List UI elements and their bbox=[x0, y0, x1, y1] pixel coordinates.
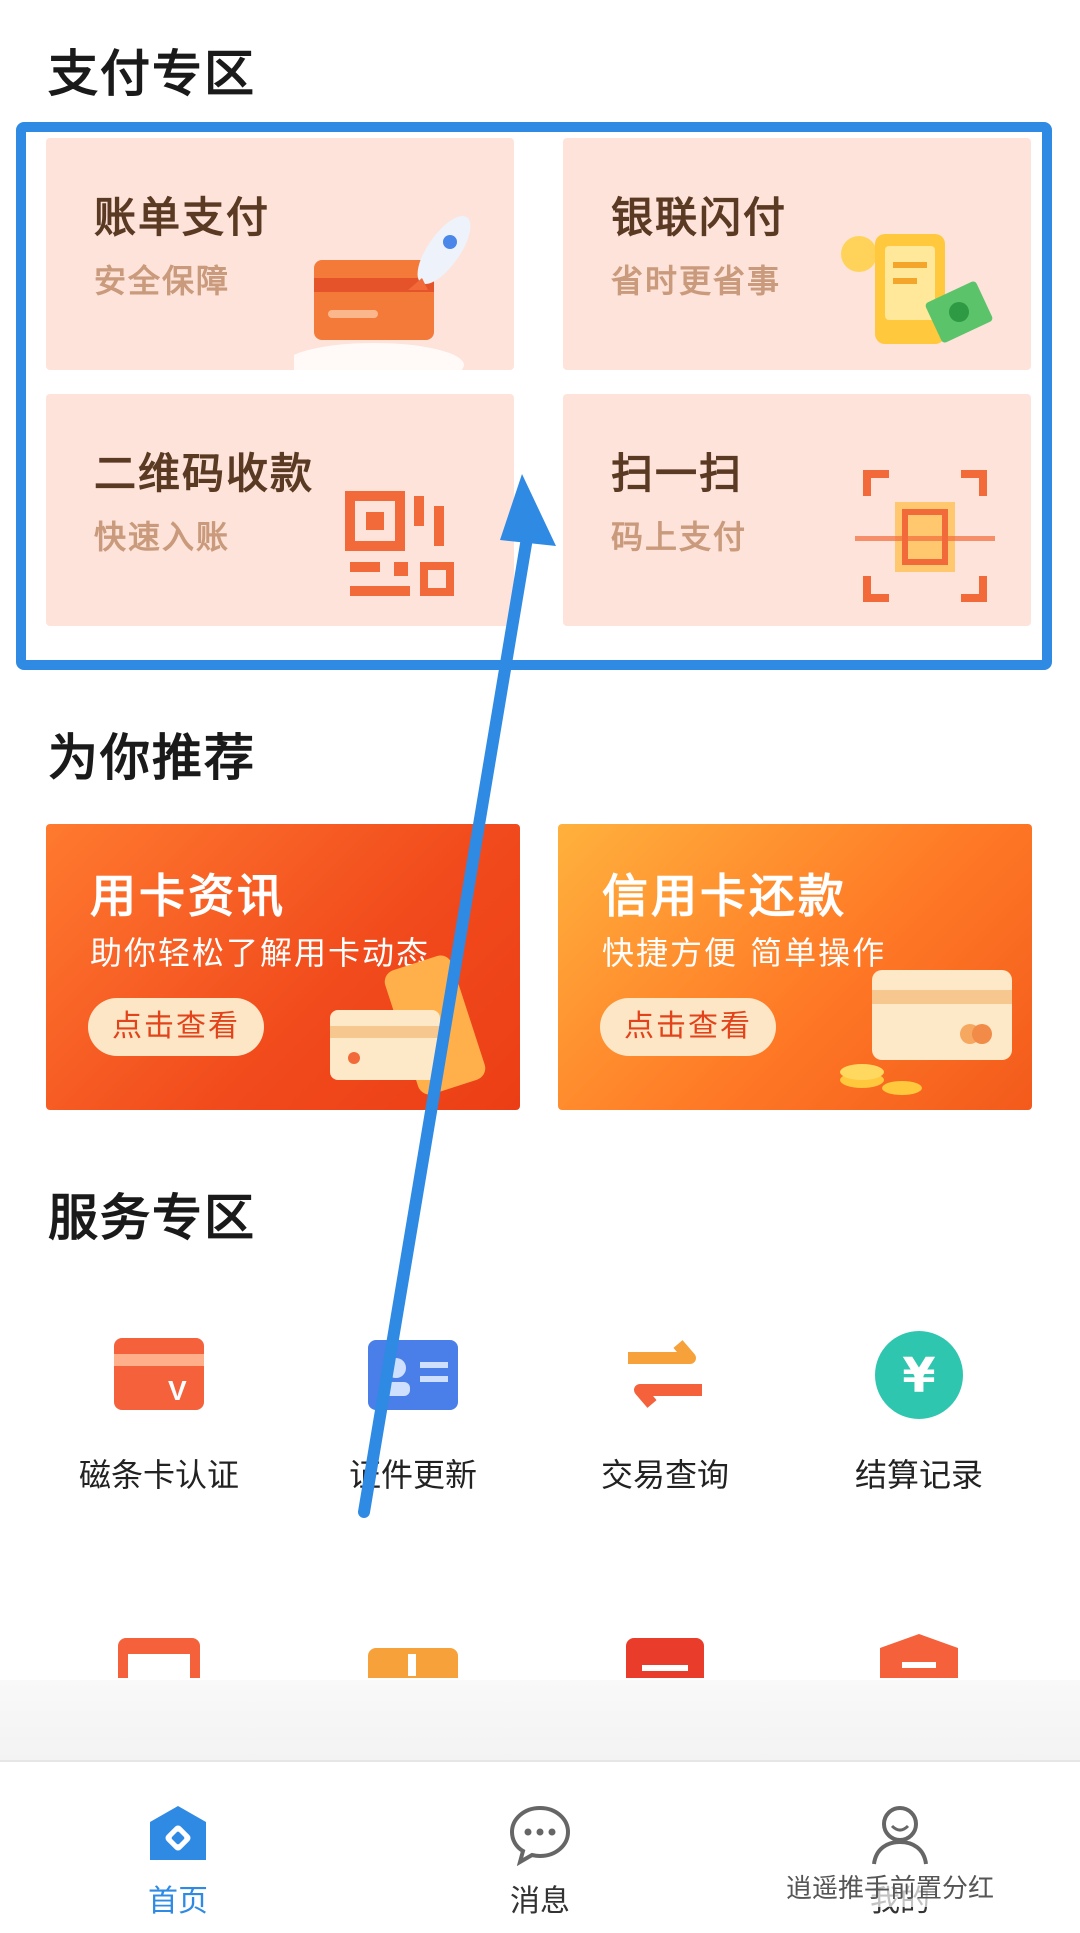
service-transaction-query[interactable]: 交易查询 bbox=[540, 1300, 790, 1500]
ticket-icon bbox=[368, 1648, 458, 1678]
service-magstripe-auth[interactable]: V 磁条卡认证 bbox=[34, 1300, 284, 1500]
user-icon bbox=[872, 1806, 928, 1865]
service-label: 证件更新 bbox=[348, 1456, 477, 1494]
view-button[interactable]: 点击查看 bbox=[88, 998, 264, 1056]
view-button[interactable]: 点击查看 bbox=[600, 998, 776, 1056]
tab-home[interactable]: 首页 bbox=[78, 1774, 278, 1924]
home-icon bbox=[150, 1806, 206, 1860]
service-label: 磁条卡认证 bbox=[78, 1456, 239, 1494]
credit-card-coins-icon bbox=[840, 970, 1012, 1095]
tab-label: 消息 bbox=[510, 1884, 570, 1919]
pay-section-title: 支付专区 bbox=[48, 45, 256, 103]
highlight-frame bbox=[16, 122, 1052, 670]
calendar-icon bbox=[118, 1638, 200, 1678]
promo-title: 用卡资讯 bbox=[90, 869, 286, 923]
svg-text:V: V bbox=[168, 1375, 187, 1406]
yuan-coin-icon: ¥ bbox=[875, 1331, 963, 1419]
scroll-fade bbox=[0, 1680, 1080, 1760]
service-label: 结算记录 bbox=[854, 1456, 983, 1494]
service-row2-item[interactable] bbox=[112, 1628, 206, 1678]
service-row2-item[interactable] bbox=[618, 1628, 712, 1678]
service-label: 交易查询 bbox=[600, 1456, 729, 1494]
service-row2-item[interactable] bbox=[366, 1628, 460, 1678]
service-id-update[interactable]: 证件更新 bbox=[288, 1300, 538, 1500]
promo-card-info[interactable]: 用卡资讯 助你轻松了解用卡动态 点击查看 bbox=[46, 824, 520, 1110]
phone-card-icon bbox=[330, 955, 486, 1095]
transfer-doc-icon bbox=[626, 1638, 704, 1678]
magstripe-card-icon: V bbox=[114, 1338, 204, 1410]
tab-messages[interactable]: 消息 bbox=[440, 1774, 640, 1924]
shield-verify-icon bbox=[880, 1634, 958, 1678]
recommend-section-title: 为你推荐 bbox=[48, 729, 256, 787]
bottom-tab-bar: 首页 消息 我的 bbox=[0, 1760, 1080, 1933]
promo-title: 信用卡还款 bbox=[602, 869, 847, 923]
watermark-text: 逍遥推手前置分红 bbox=[780, 1866, 1001, 1907]
svg-text:¥: ¥ bbox=[902, 1348, 935, 1404]
service-row2-item[interactable] bbox=[872, 1628, 966, 1678]
message-icon bbox=[509, 1805, 571, 1866]
service-settlement-records[interactable]: ¥ 结算记录 bbox=[794, 1300, 1044, 1500]
exchange-arrows-icon bbox=[628, 1340, 702, 1408]
id-card-icon bbox=[368, 1340, 458, 1410]
service-section-title: 服务专区 bbox=[48, 1189, 256, 1247]
promo-card-repayment[interactable]: 信用卡还款 快捷方便 简单操作 点击查看 bbox=[558, 824, 1032, 1110]
tab-label: 首页 bbox=[148, 1884, 208, 1919]
